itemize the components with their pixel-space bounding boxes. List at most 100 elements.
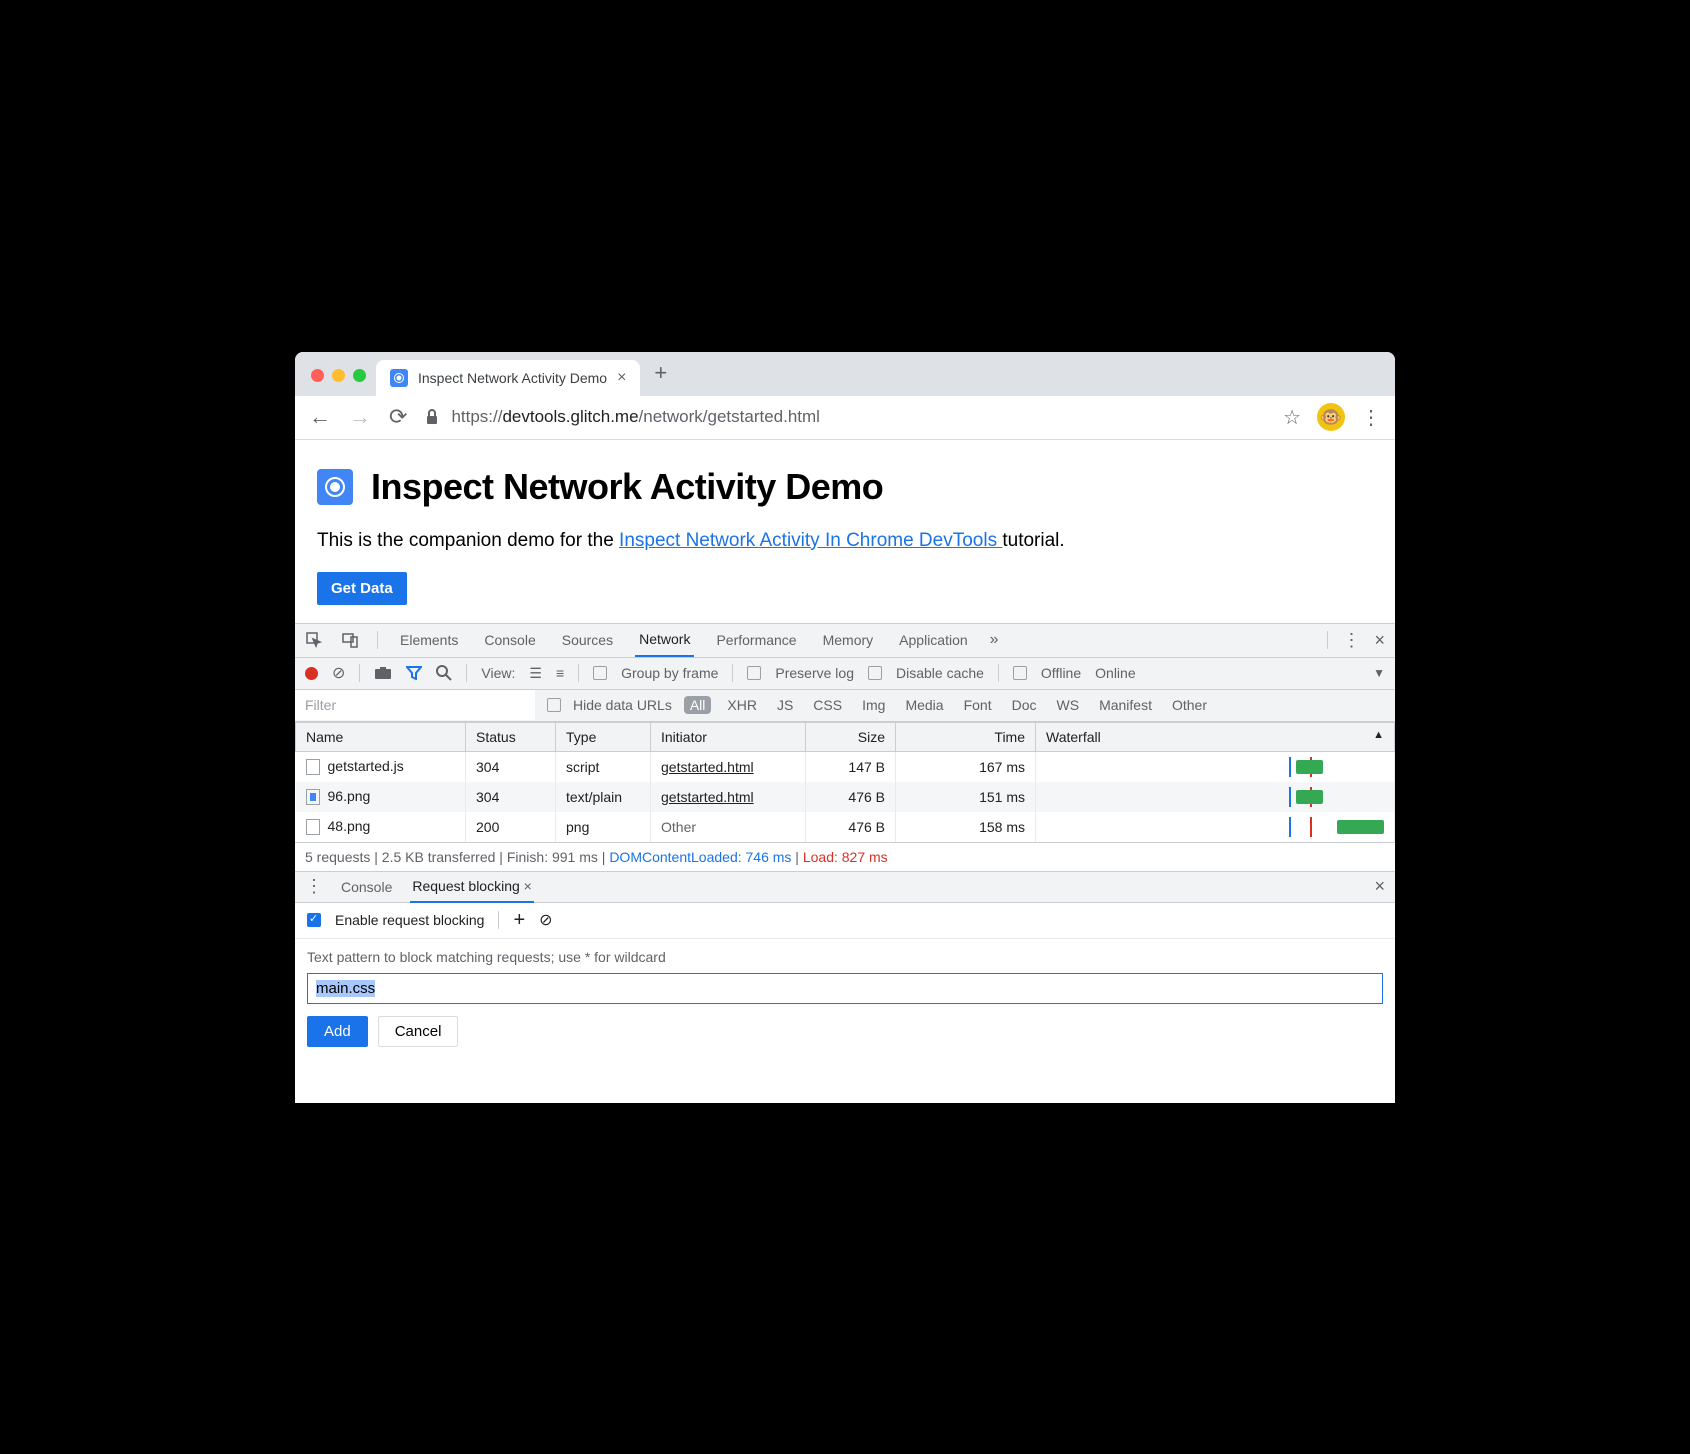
forward-button[interactable]: →: [349, 404, 371, 430]
cell-initiator[interactable]: getstarted.html: [661, 759, 754, 775]
remove-all-patterns-button[interactable]: ⊘: [539, 910, 552, 930]
add-button[interactable]: Add: [307, 1016, 368, 1047]
hide-data-urls-checkbox[interactable]: [547, 698, 561, 712]
filter-type-all[interactable]: All: [684, 696, 712, 714]
drawer-close-button[interactable]: ×: [1374, 876, 1385, 897]
col-type[interactable]: Type: [556, 722, 651, 751]
large-rows-icon[interactable]: ☰: [529, 665, 542, 682]
drawer-tab-bar: ⋮ Console Request blocking × ×: [295, 871, 1395, 903]
back-button[interactable]: ←: [309, 404, 331, 430]
waterfall-cell: [1046, 817, 1384, 837]
cell-size: 476 B: [806, 812, 896, 842]
filter-type-xhr[interactable]: XHR: [723, 695, 761, 715]
tab-application[interactable]: Application: [895, 624, 972, 656]
minimize-window-button[interactable]: [332, 369, 345, 382]
filter-type-font[interactable]: Font: [960, 695, 996, 715]
url-host: devtools.glitch.me: [502, 407, 638, 426]
col-status[interactable]: Status: [466, 722, 556, 751]
network-summary: 5 requests | 2.5 KB transferred | Finish…: [295, 842, 1395, 871]
cell-initiator: Other: [651, 812, 806, 842]
table-row[interactable]: getstarted.js 304 script getstarted.html…: [296, 751, 1395, 782]
browser-tab[interactable]: Inspect Network Activity Demo ×: [376, 360, 640, 396]
enable-request-blocking-label: Enable request blocking: [335, 912, 484, 928]
tutorial-link[interactable]: Inspect Network Activity In Chrome DevTo…: [619, 530, 1002, 551]
new-tab-button[interactable]: +: [640, 360, 681, 396]
filter-type-doc[interactable]: Doc: [1008, 695, 1041, 715]
tab-sources[interactable]: Sources: [558, 624, 617, 656]
close-window-button[interactable]: [311, 369, 324, 382]
inspect-element-icon[interactable]: [305, 631, 323, 649]
filter-type-ws[interactable]: WS: [1053, 695, 1084, 715]
devtools-close-button[interactable]: ×: [1374, 630, 1385, 651]
profile-avatar[interactable]: 🐵: [1317, 403, 1345, 431]
drawer-menu-button[interactable]: ⋮: [305, 876, 323, 897]
reload-button[interactable]: ⟳: [389, 404, 407, 430]
hide-data-urls-label: Hide data URLs: [573, 697, 672, 713]
group-by-frame-checkbox[interactable]: [593, 666, 607, 680]
col-initiator[interactable]: Initiator: [651, 722, 806, 751]
summary-requests: 5 requests: [305, 849, 370, 865]
enable-request-blocking-checkbox[interactable]: [307, 913, 321, 927]
cell-time: 158 ms: [896, 812, 1036, 842]
pattern-hint: Text pattern to block matching requests;…: [307, 949, 1383, 965]
filter-type-js[interactable]: JS: [773, 695, 797, 715]
block-pattern-input[interactable]: [307, 973, 1383, 1004]
browser-window: Inspect Network Activity Demo × + ← → ⟳ …: [295, 352, 1395, 1103]
drawer-tab-console[interactable]: Console: [339, 872, 394, 902]
table-row[interactable]: 48.png 200 png Other 476 B 158 ms: [296, 812, 1395, 842]
devtools-tab-bar: Elements Console Sources Network Perform…: [295, 624, 1395, 658]
url-text: https://devtools.glitch.me/network/getst…: [451, 407, 820, 427]
cancel-button[interactable]: Cancel: [378, 1016, 459, 1047]
table-row[interactable]: 96.png 304 text/plain getstarted.html 47…: [296, 782, 1395, 812]
tab-memory[interactable]: Memory: [819, 624, 878, 656]
col-waterfall[interactable]: Waterfall▲: [1036, 722, 1395, 751]
tab-console[interactable]: Console: [480, 624, 539, 656]
offline-checkbox[interactable]: [1013, 666, 1027, 680]
more-tabs-button[interactable]: »: [990, 631, 999, 649]
close-drawer-tab-button[interactable]: ×: [524, 878, 532, 894]
throttling-select[interactable]: Online: [1095, 665, 1135, 681]
tab-network[interactable]: Network: [635, 623, 694, 657]
tab-elements[interactable]: Elements: [396, 624, 462, 656]
filter-type-manifest[interactable]: Manifest: [1095, 695, 1156, 715]
url-path: /network/getstarted.html: [639, 407, 820, 426]
overview-icon[interactable]: ≡: [556, 665, 564, 681]
close-tab-button[interactable]: ×: [617, 369, 626, 387]
group-by-frame-label: Group by frame: [621, 665, 718, 681]
maximize-window-button[interactable]: [353, 369, 366, 382]
filter-type-media[interactable]: Media: [901, 695, 947, 715]
cell-time: 151 ms: [896, 782, 1036, 812]
cell-name: getstarted.js: [328, 758, 404, 774]
col-name[interactable]: Name: [296, 722, 466, 751]
filter-type-img[interactable]: Img: [858, 695, 889, 715]
url-field[interactable]: https://devtools.glitch.me/network/getst…: [425, 407, 1265, 427]
preserve-log-checkbox[interactable]: [747, 666, 761, 680]
cell-name: 96.png: [328, 788, 371, 804]
search-icon[interactable]: [436, 665, 452, 681]
cell-initiator[interactable]: getstarted.html: [661, 789, 754, 805]
filter-input[interactable]: [295, 690, 535, 720]
devtools-menu-button[interactable]: ⋮: [1342, 630, 1360, 651]
device-toolbar-icon[interactable]: [341, 631, 359, 649]
cell-type: script: [556, 751, 651, 782]
col-size[interactable]: Size: [806, 722, 896, 751]
tab-performance[interactable]: Performance: [712, 624, 800, 656]
disable-cache-checkbox[interactable]: [868, 666, 882, 680]
record-button[interactable]: [305, 667, 318, 680]
clear-button[interactable]: ⊘: [332, 663, 345, 683]
waterfall-cell: [1046, 757, 1384, 777]
filter-icon[interactable]: [406, 666, 422, 680]
page-app-icon: [317, 469, 353, 505]
get-data-button[interactable]: Get Data: [317, 572, 407, 605]
filter-type-other[interactable]: Other: [1168, 695, 1211, 715]
add-pattern-button[interactable]: +: [513, 909, 525, 932]
toolbar-dropdown-icon[interactable]: ▼: [1373, 666, 1385, 680]
filter-type-css[interactable]: CSS: [809, 695, 846, 715]
drawer-tab-request-blocking[interactable]: Request blocking ×: [410, 871, 533, 903]
capture-screenshots-icon[interactable]: [374, 666, 392, 680]
bookmark-star-icon[interactable]: ☆: [1283, 405, 1301, 430]
col-time[interactable]: Time: [896, 722, 1036, 751]
browser-menu-button[interactable]: ⋮: [1361, 405, 1381, 430]
file-icon: [306, 819, 320, 835]
summary-load: Load: 827 ms: [803, 849, 888, 865]
